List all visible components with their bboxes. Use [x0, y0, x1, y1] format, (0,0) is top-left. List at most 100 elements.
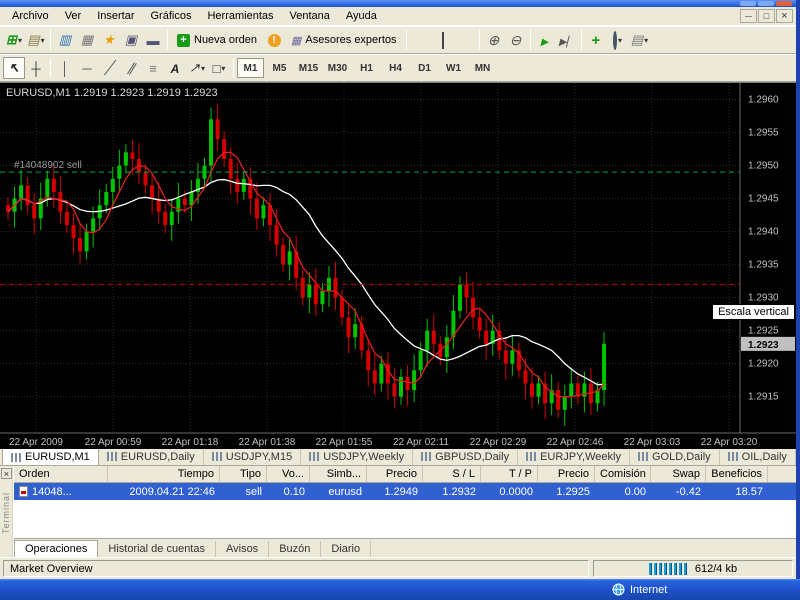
windows-taskbar: Internet: [0, 579, 800, 600]
expert-advisors-button[interactable]: Asesores expertos: [285, 29, 403, 51]
orders-table-body: 14048...2009.04.21 22:46sell0.10eurusd1.…: [14, 483, 796, 500]
terminal-tab-historial-de-cuentas[interactable]: Historial de cuentas: [98, 541, 216, 557]
menu-archivo[interactable]: Archivo: [4, 8, 57, 24]
column-header-beneficios[interactable]: Beneficios: [706, 466, 768, 482]
shapes-tool-button[interactable]: [208, 57, 230, 79]
column-header-simb[interactable]: Simb...: [310, 466, 367, 482]
chart-tab-bar: EURUSD,M1EURUSD,DailyUSDJPY,M15 USDJPY,We…: [0, 448, 796, 466]
zoom-in-button[interactable]: [483, 29, 505, 51]
column-header-precio[interactable]: Precio: [538, 466, 595, 482]
metatrader-window: ArchivoVerInsertarGráficosHerramientasVe…: [0, 0, 800, 579]
minimize-icon[interactable]: [740, 1, 756, 6]
restore-icon[interactable]: [758, 1, 774, 6]
chart-tab-gold-daily[interactable]: GOLD,Daily: [630, 448, 720, 465]
terminal-close-button[interactable]: [1, 468, 12, 479]
price-scale-label: 1.2925: [748, 326, 779, 337]
favorites-button[interactable]: [98, 29, 120, 51]
indicators-button[interactable]: [585, 29, 607, 51]
price-scale-label: 1.2960: [748, 95, 779, 106]
crosshair-tool-button[interactable]: [25, 57, 47, 79]
periods-button[interactable]: [607, 29, 629, 51]
horizontal-line-button[interactable]: [76, 57, 98, 79]
mdi-minimize-icon[interactable]: [740, 9, 757, 23]
timeframe-m15[interactable]: M15: [295, 58, 322, 78]
mdi-restore-icon[interactable]: [758, 9, 775, 23]
terminal-button[interactable]: [142, 29, 164, 51]
price-scale-label: 1.2945: [748, 194, 779, 205]
order-cell: 0.00: [595, 486, 651, 498]
chart-tab-usdjpy-m15[interactable]: USDJPY,M15: [204, 448, 301, 465]
vertical-line-button[interactable]: [54, 57, 76, 79]
line-chart-button[interactable]: [454, 29, 476, 51]
zoom-out-button[interactable]: [505, 29, 527, 51]
market-watch-button[interactable]: [54, 29, 76, 51]
timeframe-m1[interactable]: M1: [237, 58, 264, 78]
toolbar-line-studies: M1M5M15M30H1H4D1W1MN: [0, 54, 796, 82]
candlestick-chart-button[interactable]: [432, 29, 454, 51]
text-tool-button[interactable]: [164, 57, 186, 79]
timeframe-mn[interactable]: MN: [469, 58, 496, 78]
trendline-button[interactable]: [98, 57, 120, 79]
column-header-s-l[interactable]: S / L: [423, 466, 481, 482]
terminal-tab-operaciones[interactable]: Operaciones: [14, 540, 98, 557]
column-header-precio[interactable]: Precio: [367, 466, 423, 482]
menu-herramientas[interactable]: Herramientas: [199, 8, 281, 24]
chart-tab-eurjpy-weekly[interactable]: EURJPY,Weekly: [518, 448, 630, 465]
price-chart[interactable]: 22 Apr 200922 Apr 00:5922 Apr 01:1822 Ap…: [0, 83, 796, 449]
separator: [233, 58, 234, 78]
price-scale-label: 1.2930: [748, 293, 779, 304]
chart-tab-usdjpy-weekly[interactable]: USDJPY,Weekly: [301, 448, 413, 465]
separator: [406, 30, 407, 50]
mdi-close-icon[interactable]: [776, 9, 793, 23]
terminal-tab-diario[interactable]: Diario: [321, 541, 371, 557]
chart-tab-eurusd-m1[interactable]: EURUSD,M1: [2, 448, 99, 465]
price-scale-label: 1.2950: [748, 161, 779, 172]
column-header-comisi-n[interactable]: Comisión: [595, 466, 651, 482]
timeframe-m5[interactable]: M5: [266, 58, 293, 78]
timeframe-h4[interactable]: H4: [382, 58, 409, 78]
column-header-vo[interactable]: Vo...: [267, 466, 310, 482]
timeframe-w1[interactable]: W1: [440, 58, 467, 78]
column-header-tipo[interactable]: Tipo: [220, 466, 267, 482]
column-header-orden[interactable]: Orden: [14, 466, 108, 482]
cursor-tool-button[interactable]: [3, 57, 25, 79]
bar-chart-button[interactable]: [410, 29, 432, 51]
window-titlebar[interactable]: [0, 0, 796, 7]
fibonacci-button[interactable]: [142, 57, 164, 79]
column-header-t-p[interactable]: T / P: [481, 466, 538, 482]
terminal-tab-avisos[interactable]: Avisos: [216, 541, 269, 557]
terminal-gutter: Terminal: [0, 466, 13, 557]
timeframe-d1[interactable]: D1: [411, 58, 438, 78]
menu-ayuda[interactable]: Ayuda: [338, 8, 385, 24]
order-row[interactable]: 14048...2009.04.21 22:46sell0.10eurusd1.…: [14, 483, 796, 500]
profiles-button[interactable]: [25, 29, 47, 51]
timeframe-h1[interactable]: H1: [353, 58, 380, 78]
new-chart-button[interactable]: [3, 29, 25, 51]
chart-tab-label: USDJPY,Weekly: [323, 451, 404, 463]
close-icon[interactable]: [776, 1, 792, 6]
menu-gr-ficos[interactable]: Gráficos: [143, 8, 200, 24]
mini-chart-icon: [107, 452, 117, 461]
timeframe-m30[interactable]: M30: [324, 58, 351, 78]
column-header-swap[interactable]: Swap: [651, 466, 706, 482]
mini-chart-icon: [526, 452, 536, 461]
taskbar-item-internet[interactable]: Internet: [606, 579, 673, 600]
chart-tab-gbpusd-daily[interactable]: GBPUSD,Daily: [413, 448, 518, 465]
templates-button[interactable]: [629, 29, 651, 51]
data-window-button[interactable]: [76, 29, 98, 51]
channel-button[interactable]: [120, 57, 142, 79]
menu-ventana[interactable]: Ventana: [282, 8, 338, 24]
chart-shift-button[interactable]: [556, 29, 578, 51]
metaeditor-button[interactable]: [263, 29, 285, 51]
menu-ver[interactable]: Ver: [57, 8, 90, 24]
terminal-tab-buz-n[interactable]: Buzón: [269, 541, 321, 557]
menu-insertar[interactable]: Insertar: [89, 8, 142, 24]
column-header-tiempo[interactable]: Tiempo: [108, 466, 220, 482]
auto-scroll-button[interactable]: [534, 29, 556, 51]
chart-tab-eurusd-daily[interactable]: EURUSD,Daily: [99, 448, 204, 465]
arrows-tool-button[interactable]: [186, 57, 208, 79]
navigator-button[interactable]: [120, 29, 142, 51]
chart-tab-oil-daily[interactable]: OIL,Daily: [720, 448, 796, 465]
separator: [50, 58, 51, 78]
new-order-button[interactable]: Nueva orden: [171, 29, 263, 51]
